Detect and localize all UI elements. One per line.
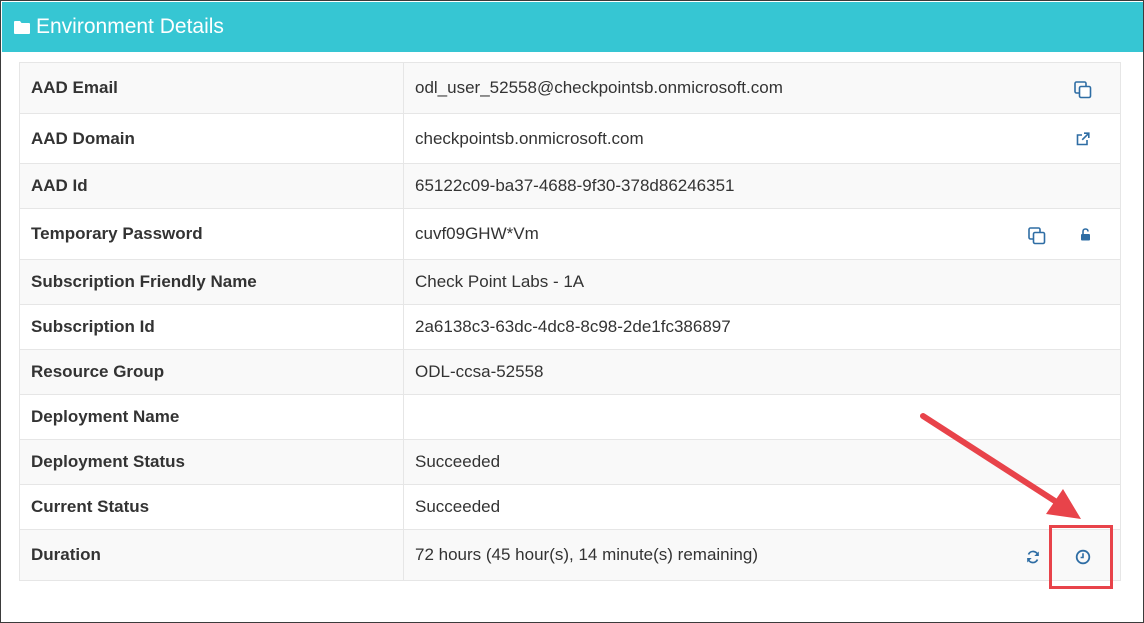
row-label: Duration [19,529,404,581]
row-label: AAD Id [19,163,404,209]
aad-id-value: 65122c09-ba37-4688-9f30-378d86246351 [403,163,1121,209]
environment-details-table: AAD Email odl_user_52558@checkpointsb.on… [19,62,1121,581]
row-value: 72 hours (45 hour(s), 14 minute(s) remai… [403,529,1121,581]
row-value: odl_user_52558@checkpointsb.onmicrosoft.… [403,62,1121,114]
subscription-id-value: 2a6138c3-63dc-4dc8-8c98-2de1fc386897 [403,304,1121,350]
table-row-deployment-name: Deployment Name [19,394,1121,440]
row-label: Subscription Friendly Name [19,259,404,305]
refresh-icon[interactable] [1022,546,1044,568]
aad-domain-value: checkpointsb.onmicrosoft.com [415,128,644,148]
row-label: Deployment Status [19,439,404,485]
table-row-deployment-status: Deployment Status Succeeded [19,439,1121,485]
row-label: Resource Group [19,349,404,395]
table-row-resource-group: Resource Group ODL-ccsa-52558 [19,349,1121,395]
row-label: Temporary Password [19,208,404,260]
panel-title: Environment Details [36,15,224,38]
row-value: checkpointsb.onmicrosoft.com [403,113,1121,164]
row-label: Deployment Name [19,394,404,440]
row-label: AAD Domain [19,113,404,164]
row-label: AAD Email [19,62,404,114]
table-row-aad-id: AAD Id 65122c09-ba37-4688-9f30-378d86246… [19,163,1121,209]
table-row-temporary-password: Temporary Password cuvf09GHW*Vm [19,208,1121,260]
folder-icon [14,21,30,34]
table-row-subscription-id: Subscription Id 2a6138c3-63dc-4dc8-8c98-… [19,304,1121,350]
table-row-aad-email: AAD Email odl_user_52558@checkpointsb.on… [19,62,1121,114]
table-row-duration: Duration 72 hours (45 hour(s), 14 minute… [19,529,1121,581]
table-row-current-status: Current Status Succeeded [19,484,1121,530]
aad-email-value: odl_user_52558@checkpointsb.onmicrosoft.… [415,78,783,97]
table-row-aad-domain: AAD Domain checkpointsb.onmicrosoft.com [19,113,1121,164]
unlock-icon[interactable] [1075,223,1097,245]
copy-icon[interactable] [1026,225,1048,247]
subscription-friendly-name-value: Check Point Labs - 1A [403,259,1121,305]
row-label: Current Status [19,484,404,530]
annotation-highlight-box [1049,525,1113,589]
row-value: cuvf09GHW*Vm [403,208,1121,260]
duration-value: 72 hours (45 hour(s), 14 minute(s) remai… [415,545,758,564]
temporary-password-value: cuvf09GHW*Vm [415,224,539,243]
copy-icon[interactable] [1072,79,1094,101]
resource-group-value: ODL-ccsa-52558 [403,349,1121,395]
current-status-value: Succeeded [403,484,1121,530]
row-label: Subscription Id [19,304,404,350]
deployment-name-value [403,394,1121,440]
external-link-icon[interactable] [1072,128,1094,150]
table-row-subscription-friendly-name: Subscription Friendly Name Check Point L… [19,259,1121,305]
panel-header: Environment Details [2,2,1143,52]
deployment-status-value: Succeeded [403,439,1121,485]
